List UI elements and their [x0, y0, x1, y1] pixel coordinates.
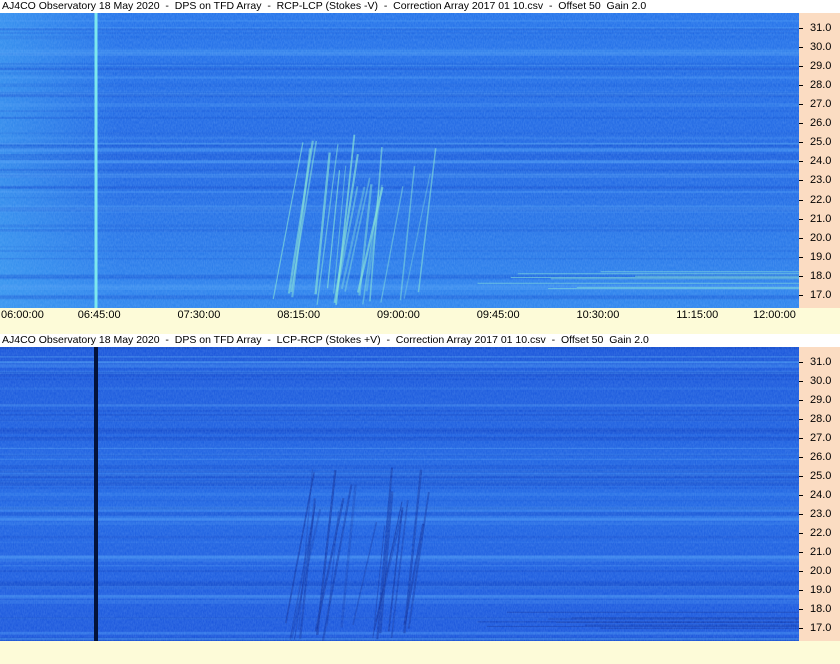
bottom-y-tick [799, 609, 803, 610]
top-y-tick [799, 66, 803, 67]
top-y-tick [799, 85, 803, 86]
x-tick-label: 09:00:00 [377, 309, 420, 321]
x-tick-label: 07:30:00 [177, 309, 221, 321]
bottom-y-tick [799, 438, 803, 439]
top-y-tick-label: 21.0 [810, 213, 832, 225]
x-tick-label: 06:00:00 [1, 309, 44, 321]
top-y-tick [799, 257, 803, 258]
top-y-tick [799, 142, 803, 143]
bottom-y-tick [799, 400, 803, 401]
top-panel-title: AJ4CO Observatory 18 May 2020 - DPS on T… [0, 0, 840, 13]
bottom-y-tick-label: 18.0 [810, 603, 832, 615]
top-y-tick [799, 180, 803, 181]
x-tick-label: 10:30:00 [576, 309, 620, 321]
bottom-spectrogram-panel: 31.0 30.0 29.0 28.0 27.0 26.0 25.0 24.0 23.0 22.0… [0, 347, 840, 641]
bottom-y-tick [799, 628, 803, 629]
top-y-tick-label: 24.0 [810, 155, 832, 167]
top-y-tick-label: 25.0 [810, 136, 832, 148]
top-y-tick [799, 219, 803, 220]
top-y-tick [799, 123, 803, 124]
bottom-y-tick-label: 27.0 [810, 432, 832, 444]
top-y-tick [799, 295, 803, 296]
top-spectrogram [0, 13, 799, 308]
bottom-y-tick-label: 29.0 [810, 394, 832, 406]
bottom-y-tick [799, 552, 803, 553]
bottom-spectrogram [0, 347, 799, 641]
x-tick-label: 06:45:00 [77, 309, 121, 321]
x-tick-label: 12:00:00 [753, 309, 796, 321]
top-y-tick [799, 238, 803, 239]
top-y-tick-label: 20.0 [810, 232, 832, 244]
top-spectrogram-panel: 31.0 30.0 29.0 28.0 27.0 26.0 25.0 24.0 23.0 22.0… [0, 13, 840, 308]
top-y-tick-label: 18.0 [810, 270, 832, 282]
top-y-axis: 31.0 30.0 29.0 28.0 27.0 26.0 25.0 24.0 23.0 22.0… [799, 13, 840, 308]
bottom-y-tick [799, 590, 803, 591]
top-y-tick-label: 27.0 [810, 98, 832, 110]
top-y-tick-label: 30.0 [810, 41, 832, 53]
bottom-y-tick [799, 495, 803, 496]
bottom-y-tick-label: 28.0 [810, 413, 832, 425]
top-y-tick [799, 47, 803, 48]
bottom-y-tick-label: 19.0 [810, 584, 832, 596]
x-tick-label: 09:45:00 [476, 309, 520, 321]
bottom-y-tick [799, 533, 803, 534]
bottom-y-tick-label: 21.0 [810, 546, 832, 558]
top-y-tick [799, 161, 803, 162]
bottom-y-tick-label: 17.0 [810, 622, 832, 634]
top-y-tick-label: 31.0 [810, 22, 832, 34]
bottom-y-tick [799, 476, 803, 477]
bottom-y-tick [799, 362, 803, 363]
bottom-y-tick [799, 514, 803, 515]
bottom-panel-title: AJ4CO Observatory 18 May 2020 - DPS on T… [0, 334, 840, 347]
bottom-y-tick-label: 24.0 [810, 489, 832, 501]
top-y-tick-label: 28.0 [810, 79, 832, 91]
top-y-tick [799, 28, 803, 29]
bottom-y-axis: 31.0 30.0 29.0 28.0 27.0 26.0 25.0 24.0 23.0 22.0… [799, 347, 840, 641]
top-y-tick-label: 29.0 [810, 60, 832, 72]
x-tick-label: 11:15:00 [676, 309, 719, 321]
bottom-y-tick [799, 381, 803, 382]
bottom-y-tick [799, 571, 803, 572]
bottom-y-tick-label: 22.0 [810, 527, 832, 539]
top-y-tick-label: 26.0 [810, 117, 832, 129]
x-tick-label: 08:15:00 [277, 309, 321, 321]
bottom-y-tick-label: 25.0 [810, 470, 832, 482]
bottom-y-tick-label: 20.0 [810, 565, 832, 577]
top-y-tick-label: 17.0 [810, 289, 832, 301]
time-x-axis: 06:00:00 06:45:00 07:30:00 08:15:00 09:00:00… [0, 308, 840, 323]
bottom-footer-bar [0, 641, 840, 664]
top-y-tick-label: 22.0 [810, 194, 832, 206]
top-y-tick-label: 23.0 [810, 174, 832, 186]
bottom-y-tick-label: 23.0 [810, 508, 832, 520]
top-y-tick [799, 200, 803, 201]
top-y-tick [799, 104, 803, 105]
bottom-y-tick-label: 31.0 [810, 356, 832, 368]
top-y-tick [799, 276, 803, 277]
bottom-y-tick-label: 26.0 [810, 451, 832, 463]
bottom-y-tick [799, 419, 803, 420]
bottom-y-tick-label: 30.0 [810, 375, 832, 387]
top-y-tick-label: 19.0 [810, 251, 832, 263]
bottom-y-tick [799, 457, 803, 458]
